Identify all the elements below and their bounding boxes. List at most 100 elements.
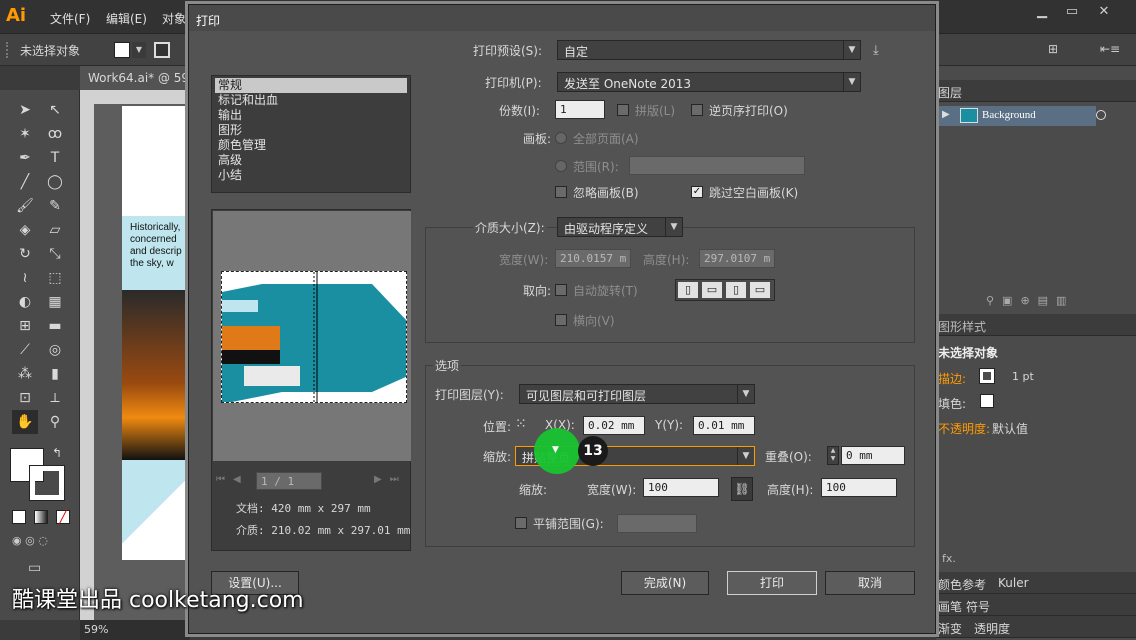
rotate-tool-icon[interactable]: ↻ (12, 242, 38, 266)
done-button[interactable]: 完成(N) (621, 571, 709, 595)
swap-colors-icon[interactable]: ↰ (52, 446, 62, 460)
column-graph-tool-icon[interactable]: ▮ (42, 362, 68, 386)
stroke-weight[interactable]: 1 pt (1012, 370, 1034, 383)
close-icon[interactable]: ✕ (1094, 4, 1114, 20)
page-number-input[interactable]: 1 / 1 (256, 472, 322, 490)
printer-select[interactable]: 发送至 OneNote 2013 ▼ (557, 72, 861, 92)
reverse-order-checkbox[interactable] (691, 104, 703, 116)
save-preset-icon[interactable]: ⤓ (873, 43, 889, 59)
slice-tool-icon[interactable]: ⟂ (42, 386, 68, 410)
landscape-flipped-icon[interactable]: ▭ (750, 282, 770, 298)
direct-selection-tool-icon[interactable]: ↖ (42, 98, 68, 122)
width-input[interactable]: 210.0157 m (555, 249, 631, 268)
blob-brush-tool-icon[interactable]: ◈ (12, 218, 38, 242)
portrait-icon[interactable]: ▯ (678, 282, 698, 298)
eraser-tool-icon[interactable]: ▱ (42, 218, 68, 242)
menu-file[interactable]: 文件(F) (50, 10, 90, 27)
document-tab[interactable]: Work64.ai* @ 59 (80, 66, 190, 90)
free-transform-tool-icon[interactable]: ⬚ (42, 266, 68, 290)
tile-range-checkbox[interactable] (515, 517, 527, 529)
layers-panel-tab[interactable]: 图层 (936, 80, 1136, 102)
stroke-swatch-small[interactable] (979, 368, 995, 384)
draw-mode-icon[interactable]: ◉ ◎ ◌ (12, 534, 72, 550)
line-tool-icon[interactable]: ╱ (12, 170, 38, 194)
ellipse-tool-icon[interactable]: ◯ (42, 170, 68, 194)
scale-height-input[interactable]: 100 (821, 478, 897, 497)
portrait-flipped-icon[interactable]: ▯ (726, 282, 746, 298)
category-marks-bleed[interactable]: 标记和出血 (215, 93, 407, 108)
range-input[interactable] (629, 156, 805, 175)
range-radio[interactable] (555, 160, 567, 172)
transverse-checkbox[interactable] (555, 314, 567, 326)
all-pages-radio[interactable] (555, 132, 567, 144)
y-input[interactable]: 0.01 mm (693, 416, 755, 435)
none-mode-icon[interactable]: ╱ (56, 510, 70, 524)
stroke-swatch[interactable] (154, 42, 170, 58)
preset-select[interactable]: 自定 ▼ (557, 40, 861, 60)
stroke-color-swatch[interactable] (29, 465, 65, 501)
first-prev-page-icon[interactable]: ⏮◀ (216, 474, 249, 485)
height-input[interactable]: 297.0107 m (699, 249, 775, 268)
type-tool-icon[interactable]: T (42, 146, 68, 170)
align-icon[interactable]: ⊞ (1048, 42, 1070, 58)
scale-width-input[interactable]: 100 (643, 478, 719, 497)
eyedropper-tool-icon[interactable]: ⟋ (12, 338, 38, 362)
landscape-icon[interactable]: ▭ (702, 282, 722, 298)
scale-tool-icon[interactable]: ⤡ (42, 242, 68, 266)
reference-point-icon[interactable]: ⁙ (515, 415, 533, 433)
chevron-down-icon[interactable]: ▼ (737, 447, 754, 465)
collate-checkbox[interactable] (617, 104, 629, 116)
media-size-select[interactable]: 由驱动程序定义 ▼ (557, 217, 683, 237)
chevron-down-icon[interactable]: ▼ (843, 73, 860, 91)
gradient-tool-icon[interactable]: ▬ (42, 314, 68, 338)
print-button[interactable]: 打印 (727, 571, 817, 595)
tab-symbols[interactable]: 符号 (966, 598, 990, 615)
pen-tool-icon[interactable]: ✒ (12, 146, 38, 170)
dialog-titlebar[interactable]: 打印 (189, 5, 935, 31)
opacity-label[interactable]: 不透明度: (938, 420, 990, 437)
screen-mode-icon[interactable]: ▭ (28, 560, 48, 576)
copies-input[interactable]: 1 (555, 100, 605, 119)
zoom-level[interactable]: 59% (84, 623, 108, 636)
skip-blank-checkbox[interactable]: ✓ (691, 186, 703, 198)
fill-swatch-small[interactable] (980, 394, 994, 408)
category-graphics[interactable]: 图形 (215, 123, 407, 138)
category-summary[interactable]: 小结 (215, 168, 407, 183)
overlap-stepper-icon[interactable]: ▲ ▼ (827, 446, 839, 465)
zoom-tool-icon[interactable]: ⚲ (42, 410, 68, 434)
x-input[interactable]: 0.02 mm (583, 416, 645, 435)
stroke-label[interactable]: 描边: (938, 370, 966, 387)
cancel-button[interactable]: 取消 (825, 571, 915, 595)
chevron-down-icon[interactable]: ▼ (843, 41, 860, 59)
tile-range-input[interactable] (617, 514, 697, 533)
magic-wand-tool-icon[interactable]: ✶ (12, 122, 38, 146)
category-general[interactable]: 常规 (215, 78, 407, 93)
hand-tool-icon[interactable]: ✋ (12, 410, 38, 434)
graphic-styles-tab[interactable]: 图形样式 (936, 314, 1136, 336)
print-layers-select[interactable]: 可见图层和可打印图层 ▼ (519, 384, 755, 404)
menu-edit[interactable]: 编辑(E) (106, 10, 147, 27)
category-color-management[interactable]: 颜色管理 (215, 138, 407, 153)
pencil-tool-icon[interactable]: ✎ (42, 194, 68, 218)
preview-area[interactable] (213, 211, 411, 461)
tab-kuler[interactable]: Kuler (998, 576, 1029, 590)
overlap-input[interactable]: 0 mm (841, 446, 905, 465)
color-mode-icon[interactable] (12, 510, 26, 524)
category-output[interactable]: 输出 (215, 108, 407, 123)
panel-menu-icon[interactable]: ⇤≡ (1100, 42, 1122, 58)
chevron-down-icon[interactable]: ▼ (737, 385, 754, 403)
layer-target-icon[interactable] (1096, 110, 1106, 120)
menu-object[interactable]: 对象 (162, 10, 186, 27)
perspective-grid-tool-icon[interactable]: ▦ (42, 290, 68, 314)
warp-tool-icon[interactable]: ≀ (12, 266, 38, 290)
canvas-area[interactable]: Historically, concerned and descrip the … (94, 104, 190, 620)
tab-color-guide[interactable]: 颜色参考 (938, 576, 986, 593)
gradient-mode-icon[interactable] (34, 510, 48, 524)
tab-gradient[interactable]: 渐变 (938, 620, 962, 637)
tab-brushes[interactable]: 画笔 (938, 598, 962, 615)
lasso-tool-icon[interactable]: ꝏ (42, 122, 68, 146)
auto-rotate-checkbox[interactable] (555, 284, 567, 296)
category-advanced[interactable]: 高级 (215, 153, 407, 168)
next-last-page-icon[interactable]: ▶⏭ (374, 474, 407, 485)
fill-label[interactable]: 填色: (938, 395, 966, 412)
